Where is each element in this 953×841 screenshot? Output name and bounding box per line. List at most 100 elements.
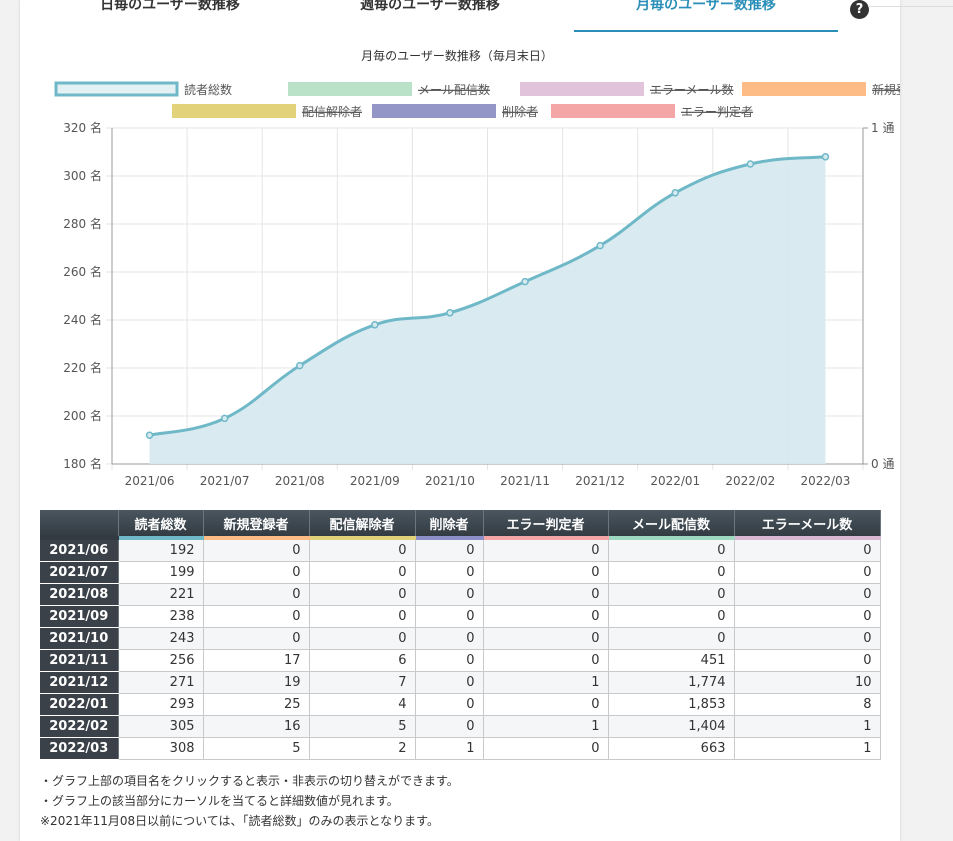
table-cell: 0 <box>308 561 416 584</box>
legend-item[interactable]: メール配信数 <box>288 82 490 97</box>
legend-swatch <box>172 104 296 118</box>
x-tick-label: 2022/03 <box>801 474 851 488</box>
table-cell: 0 <box>414 627 484 650</box>
legend-item[interactable]: 削除者 <box>372 104 538 119</box>
legend-swatch <box>372 104 496 118</box>
x-tick-label: 2021/10 <box>425 474 475 488</box>
table-row: 2021/10 243 0 0 0 0 0 0 <box>40 627 881 650</box>
row-month: 2022/02 <box>40 715 119 738</box>
table-cell: 0 <box>414 671 484 694</box>
table-cell: 0 <box>482 583 609 606</box>
table-cell: 0 <box>414 649 484 672</box>
table-cell: 19 <box>202 671 310 694</box>
table-cell: 192 <box>117 537 204 562</box>
table-cell: 0 <box>414 605 484 628</box>
table-cell: 0 <box>733 583 881 606</box>
note-toggle: ・グラフ上部の項目名をクリックすると表示・非表示の切り替えができます。 <box>40 774 459 788</box>
legend-item[interactable]: エラーメール数 <box>520 82 734 97</box>
data-point[interactable] <box>220 414 229 423</box>
table-row: 2021/08 221 0 0 0 0 0 0 <box>40 583 881 606</box>
table-cell: 10 <box>733 671 881 694</box>
table-cell: 0 <box>308 605 416 628</box>
row-month: 2022/01 <box>40 693 119 716</box>
legend-item[interactable]: 配信解除者 <box>172 104 362 119</box>
legend-item[interactable]: 読者総数 <box>54 81 232 97</box>
data-point[interactable] <box>821 153 830 161</box>
data-point[interactable] <box>671 189 679 197</box>
table-cell: 0 <box>414 561 484 584</box>
y-tick-label: 240 名 <box>63 312 102 327</box>
row-month: 2021/06 <box>40 538 119 562</box>
legend-item[interactable]: 新規登録者 <box>742 82 900 97</box>
table-row: 2022/01 293 25 4 0 0 1,853 8 <box>40 693 881 716</box>
legend-swatch <box>520 82 644 96</box>
note-period: ※2021年11月08日以前については、「読者総数」のみの表示となります。 <box>40 814 439 828</box>
table-cell: 0 <box>733 627 881 650</box>
table-cell: 0 <box>482 627 609 650</box>
data-point[interactable] <box>746 160 755 168</box>
table-cell: 199 <box>117 561 204 584</box>
table-cell: 1 <box>733 715 881 738</box>
table-row: 2021/11 256 17 6 0 0 451 0 <box>40 649 881 672</box>
table-cell: 0 <box>482 605 609 628</box>
table-cell: 1 <box>482 715 609 738</box>
table-cell: 0 <box>482 649 609 672</box>
row-month: 2022/03 <box>40 737 119 760</box>
table-cell: 271 <box>117 671 204 694</box>
legend-label: 新規登録者 <box>872 82 900 97</box>
data-point[interactable] <box>521 277 529 286</box>
data-point[interactable] <box>371 321 379 329</box>
data-point[interactable] <box>145 431 154 439</box>
monthly-data-table: 読者総数 新規登録者 配信解除者 削除者 エラー判定者 メール配信数 エラーメー… <box>40 510 881 760</box>
table-cell: 0 <box>733 649 881 672</box>
table-cell: 17 <box>202 649 310 672</box>
divider <box>868 6 953 7</box>
user-trend-chart: 月毎のユーザー数推移（毎月末日） 読者総数 メール配信数 エラーメール数 新規登録者配… <box>54 48 900 488</box>
table-cell: 0 <box>733 537 881 562</box>
table-cell: 308 <box>117 737 204 760</box>
note-hover: ・グラフ上の該当部分にカーソルを当てると詳細数値が見れます。 <box>40 794 399 808</box>
x-tick-label: 2021/12 <box>575 474 625 488</box>
table-row: 2021/09 238 0 0 0 0 0 0 <box>40 605 881 628</box>
row-month: 2021/11 <box>40 649 119 672</box>
table-cell: 663 <box>607 737 735 760</box>
table-cell: 0 <box>482 537 609 562</box>
data-point[interactable] <box>446 309 454 317</box>
table-cell: 0 <box>202 561 310 584</box>
legend-label: エラー判定者 <box>681 104 753 119</box>
y-tick-label: 300 名 <box>63 168 102 183</box>
col-header-mail-sent: メール配信数 <box>608 510 735 540</box>
table-cell: 0 <box>607 605 735 628</box>
table-cell: 305 <box>117 715 204 738</box>
y2-tick-label: 0 通 <box>871 457 894 471</box>
table-cell: 5 <box>202 737 310 760</box>
table-cell: 0 <box>733 561 881 584</box>
legend-item[interactable]: エラー判定者 <box>551 104 753 119</box>
chart-legend: 読者総数 メール配信数 エラーメール数 新規登録者配信解除者 削除者 エラー判定者 <box>54 81 900 119</box>
legend-swatch <box>54 81 179 97</box>
table-cell: 7 <box>308 671 416 694</box>
x-tick-label: 2021/11 <box>500 474 550 488</box>
table-cell: 0 <box>414 715 484 738</box>
table-cell: 0 <box>414 583 484 606</box>
table-cell: 293 <box>117 693 204 716</box>
legend-swatch <box>288 82 412 96</box>
data-point[interactable] <box>296 361 304 370</box>
table-row: 2021/12 271 19 7 0 1 1,774 10 <box>40 671 881 694</box>
table-row: 2022/03 308 5 2 1 0 663 1 <box>40 737 881 760</box>
table-cell: 256 <box>117 649 204 672</box>
table-cell: 5 <box>308 715 416 738</box>
data-point[interactable] <box>596 241 604 250</box>
col-header-new: 新規登録者 <box>203 510 310 540</box>
table-cell: 1,404 <box>607 715 735 738</box>
y2-tick-label: 1 通 <box>871 121 894 135</box>
x-tick-label: 2021/07 <box>200 474 250 488</box>
table-cell: 1,853 <box>607 693 735 716</box>
table-cell: 4 <box>308 693 416 716</box>
row-month: 2021/12 <box>40 671 119 694</box>
x-axis: 2021/06 2021/07 2021/08 2021/09 2021/10 2021/… <box>125 474 851 488</box>
x-tick-label: 2021/09 <box>350 474 400 488</box>
usage-notes: ・グラフ上部の項目名をクリックすると表示・非表示の切り替えができます。 ・グラフ… <box>40 771 459 831</box>
table-cell: 0 <box>482 561 609 584</box>
table-cell: 0 <box>308 627 416 650</box>
